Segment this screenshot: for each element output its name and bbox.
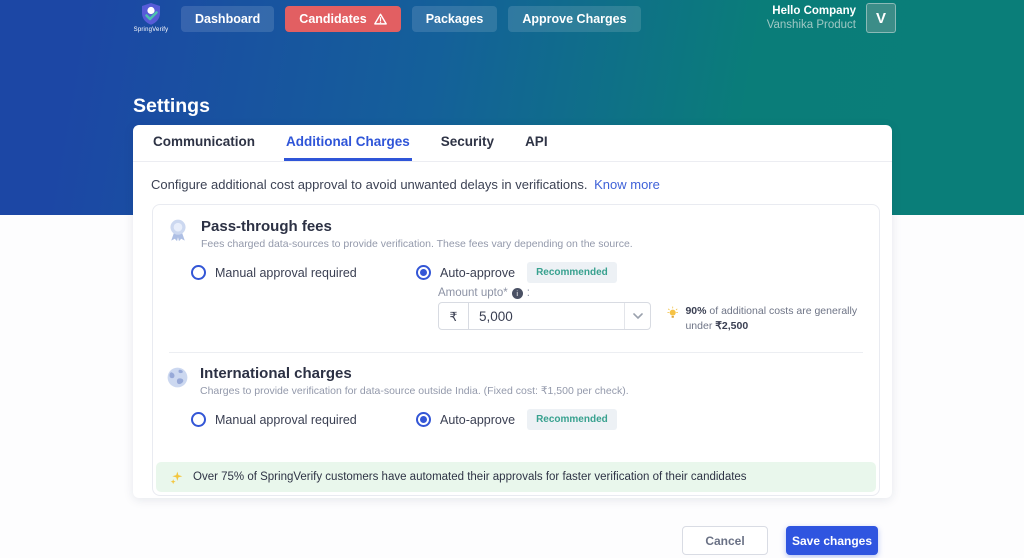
info-icon[interactable]: i [511,287,523,299]
recommended-badge: Recommended [527,262,617,283]
user-block: Hello Company Vanshika Product V [767,3,896,33]
nav-packages-button[interactable]: Packages [411,6,498,32]
recommended-badge: Recommended [527,409,617,430]
nav-approve-charges-label: Approve Charges [522,12,627,26]
international-text: International charges Charges to provide… [200,365,629,397]
nav-dashboard-button[interactable]: Dashboard [181,6,275,32]
pass-through-text: Pass-through fees Fees charged data-sour… [201,218,633,250]
intro-text: Configure additional cost approval to av… [151,177,874,192]
pass-through-title: Pass-through fees [201,218,332,235]
auto-label: Auto-approve [440,412,516,427]
avatar[interactable]: V [866,3,896,33]
pass-through-auto-option[interactable]: Auto-approve Recommended [416,262,617,283]
user-company: Hello Company [772,5,856,17]
manual-radio[interactable] [191,265,206,280]
sparkle-icon [170,471,183,484]
footer-actions: Cancel Save changes [682,526,878,555]
tip-amount: ₹2,500 [715,319,749,332]
tab-api[interactable]: API [523,125,550,161]
nav-candidates-label: Candidates [299,12,367,26]
amount-select[interactable]: ₹ 5,000 [438,302,651,330]
international-auto-option[interactable]: Auto-approve Recommended [416,409,617,430]
amount-tip-text: 90% of additional costs are generally un… [685,304,867,333]
lightbulb-icon [667,306,679,318]
international-manual-option[interactable]: Manual approval required [191,412,416,427]
pass-through-options: Manual approval required Auto-approve Re… [191,262,617,283]
warning-icon [373,13,387,25]
nav-approve-charges-button[interactable]: Approve Charges [508,6,641,32]
amount-label-text: Amount upto* [438,287,508,299]
auto-radio[interactable] [416,412,431,427]
intro-description: Configure additional cost approval to av… [151,177,588,192]
international-subtitle: Charges to provide verification for data… [200,385,629,397]
amount-value: 5,000 [479,308,513,324]
settings-card: Communication Additional Charges Securit… [133,125,892,498]
banner-text: Over 75% of SpringVerify customers have … [193,471,747,483]
settings-tabs: Communication Additional Charges Securit… [133,125,892,162]
section-divider [169,352,863,353]
rupee-prefix: ₹ [439,303,469,329]
international-title: International charges [200,365,352,382]
globe-icon [167,367,188,388]
manual-label: Manual approval required [215,412,357,427]
charges-panel: Pass-through fees Fees charged data-sour… [152,204,880,496]
auto-label: Auto-approve [440,265,516,280]
save-changes-button[interactable]: Save changes [786,526,878,555]
pass-through-manual-option[interactable]: Manual approval required [191,265,416,280]
auto-radio[interactable] [416,265,431,280]
tip-body: of additional costs are generally under [685,305,858,332]
tip-highlight: 90% [685,305,707,317]
cancel-button[interactable]: Cancel [682,526,768,555]
international-section-header: International charges Charges to provide… [165,365,629,397]
manual-radio[interactable] [191,412,206,427]
manual-label: Manual approval required [215,265,357,280]
nav-buttons: Dashboard Candidates Packages Approve Ch… [181,6,641,32]
nav-candidates-button[interactable]: Candidates [285,6,401,32]
international-options: Manual approval required Auto-approve Re… [191,409,617,430]
tab-additional-charges[interactable]: Additional Charges [284,125,412,161]
brand-wordmark: SpringVerify [133,27,169,33]
medal-icon [170,219,186,242]
nav-packages-label: Packages [425,12,484,26]
page-title: Settings [133,95,210,117]
nav-dashboard-label: Dashboard [195,12,261,26]
pass-through-subtitle: Fees charged data-sources to provide ver… [201,238,633,250]
tab-security[interactable]: Security [439,125,496,161]
user-name: Vanshika Product [766,19,856,31]
automation-banner: Over 75% of SpringVerify customers have … [156,462,876,492]
chevron-down-icon[interactable] [624,303,650,329]
user-text: Hello Company Vanshika Product [767,5,856,31]
brand-logo[interactable]: SpringVerify [131,2,171,33]
amount-upto-label: Amount upto* i : [438,287,530,299]
pass-through-section-header: Pass-through fees Fees charged data-sour… [165,218,633,250]
amount-label-colon: : [526,287,530,299]
shield-logo-icon [142,3,160,25]
amount-tip: 90% of additional costs are generally un… [667,304,867,333]
know-more-link[interactable]: Know more [594,177,660,192]
top-navbar: SpringVerify Dashboard Candidates Packag… [0,0,1024,38]
tab-communication[interactable]: Communication [151,125,257,161]
